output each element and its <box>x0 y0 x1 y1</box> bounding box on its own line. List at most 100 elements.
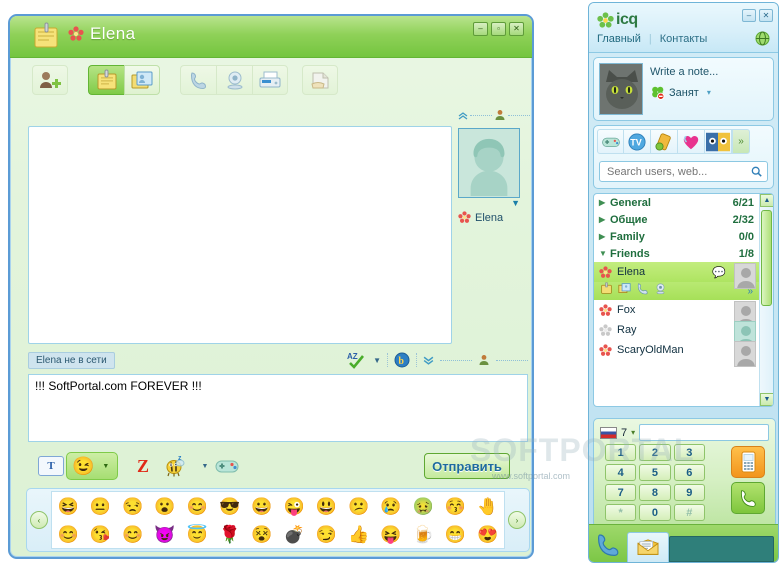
emoticon[interactable]: 😀 <box>251 498 272 515</box>
contact-group-row[interactable]: ▶ Family 0/0 <box>594 228 759 245</box>
emoticon[interactable]: 😆 <box>58 498 79 515</box>
contact-card-icon[interactable] <box>618 282 631 300</box>
xtraz-button[interactable]: Z <box>130 453 156 479</box>
send-sms-button[interactable] <box>731 446 765 478</box>
contact-row[interactable]: ScaryOldMan <box>594 340 759 367</box>
webcam-icon[interactable] <box>654 282 667 300</box>
bee-button[interactable]: z <box>162 453 188 479</box>
tab-main[interactable]: Главный <box>597 33 641 45</box>
phone-handset-icon[interactable] <box>595 532 621 558</box>
emoticon[interactable]: 😊 <box>187 498 208 515</box>
tv-shortcut[interactable]: TV <box>624 129 651 154</box>
send-note-button[interactable] <box>88 65 124 95</box>
triangle-down-icon[interactable]: ▼ <box>599 249 610 258</box>
font-format-button[interactable]: T <box>38 456 64 476</box>
emoticon[interactable]: 😊 <box>58 526 79 543</box>
contact-thumbnail[interactable] <box>734 341 756 367</box>
search-icon[interactable] <box>751 165 762 178</box>
make-call-button[interactable] <box>731 482 765 514</box>
emoticon[interactable]: 😊 <box>122 526 143 543</box>
send-note-icon[interactable] <box>600 282 613 300</box>
call-icon[interactable] <box>636 282 649 300</box>
contact-row[interactable]: Ray <box>594 320 759 347</box>
russia-flag-icon[interactable] <box>600 426 617 439</box>
chevron-down-icon[interactable] <box>423 355 434 365</box>
write-note-field[interactable]: Write a note... <box>650 66 768 78</box>
emoticon[interactable]: 😈 <box>154 526 175 543</box>
add-contact-button[interactable] <box>32 65 68 95</box>
dial-key-star[interactable]: * <box>605 504 637 521</box>
contact-row[interactable]: Fox <box>594 300 759 327</box>
file-history-button[interactable] <box>302 65 338 95</box>
scroll-up-button[interactable]: ▲ <box>760 194 773 207</box>
smiley-picker-button[interactable]: 😉 ▼ <box>66 452 118 480</box>
hearts-shortcut[interactable] <box>678 129 705 154</box>
dial-key-1[interactable]: 1 <box>605 444 637 461</box>
emoticon[interactable]: 😝 <box>380 526 401 543</box>
emoticon[interactable]: 😇 <box>187 526 208 543</box>
tab-contacts[interactable]: Контакты <box>660 33 708 45</box>
minimize-button[interactable]: – <box>473 22 488 36</box>
games-shortcut[interactable] <box>597 129 624 154</box>
emoticon[interactable]: 😜 <box>284 498 305 515</box>
emoticon[interactable]: 😏 <box>316 526 337 543</box>
emoticon[interactable]: 😢 <box>380 498 401 515</box>
scroll-thumb[interactable] <box>761 210 772 306</box>
dial-key-7[interactable]: 7 <box>605 484 637 501</box>
phone-number-input[interactable] <box>639 424 769 441</box>
avatar-collapse-row[interactable] <box>458 108 530 122</box>
call-button[interactable] <box>180 65 216 95</box>
chevron-down-icon[interactable]: ▼ <box>102 463 109 470</box>
chat-bubble-icon[interactable]: 💬 <box>712 266 726 279</box>
emoticon[interactable]: 😕 <box>348 498 369 515</box>
emoticon[interactable]: 😃 <box>316 498 337 515</box>
emoticon[interactable]: 🍺 <box>413 526 434 543</box>
dial-key-8[interactable]: 8 <box>639 484 671 501</box>
send-button[interactable]: Отправить <box>424 453 510 479</box>
bing-icon[interactable]: b <box>394 352 410 368</box>
emoticon[interactable]: 😵 <box>251 526 272 543</box>
webcam-button[interactable] <box>216 65 252 95</box>
dial-key-9[interactable]: 9 <box>673 484 705 501</box>
contact-row[interactable]: Elena 💬 <box>594 262 759 289</box>
close-button[interactable]: ✕ <box>509 22 524 36</box>
emoticon-prev-button[interactable]: ‹ <box>30 511 48 529</box>
emoticon[interactable]: 👍 <box>348 526 369 543</box>
avatars-shortcut[interactable] <box>705 129 732 154</box>
search-box[interactable] <box>599 161 768 182</box>
minimize-button[interactable]: – <box>742 9 756 22</box>
emoticon[interactable]: 😍 <box>477 526 498 543</box>
emoticon[interactable]: 😁 <box>445 526 466 543</box>
dial-key-4[interactable]: 4 <box>605 464 637 481</box>
chevron-down-icon[interactable]: ▼ <box>373 356 381 365</box>
messages-tab[interactable] <box>627 532 669 562</box>
emoticon[interactable]: 😮 <box>154 498 175 515</box>
maximize-button[interactable]: ▫ <box>491 22 506 36</box>
avatar[interactable] <box>458 128 520 198</box>
contact-list-scrollbar[interactable]: ▲ ▼ <box>759 194 773 406</box>
emoticon[interactable]: 😒 <box>122 498 143 515</box>
more-shortcuts-button[interactable]: » <box>732 129 750 154</box>
emoticon[interactable]: 🤚 <box>477 498 498 515</box>
chevron-down-icon[interactable]: ▾ <box>707 88 711 97</box>
search-input[interactable] <box>605 164 751 179</box>
emoticon[interactable]: 🌹 <box>219 526 240 543</box>
dial-key-6[interactable]: 6 <box>673 464 705 481</box>
dial-key-0[interactable]: 0 <box>639 504 671 521</box>
contact-group-row[interactable]: ▶ Общие 2/32 <box>594 211 759 228</box>
dial-key-2[interactable]: 2 <box>639 444 671 461</box>
emoticon-next-button[interactable]: › <box>508 511 526 529</box>
contact-list[interactable]: ▶ General 6/21 ▶ Общие 2/32 ▶ Family 0/0 ▼ Friends… <box>593 193 774 407</box>
scroll-down-button[interactable]: ▼ <box>760 393 773 406</box>
user-avatar[interactable] <box>599 63 643 115</box>
dial-key-3[interactable]: 3 <box>673 444 705 461</box>
emoticon[interactable]: 🤢 <box>413 498 434 515</box>
contact-thumbnail[interactable] <box>734 263 756 289</box>
emoticon[interactable]: 😎 <box>219 498 240 515</box>
message-history-pane[interactable] <box>28 126 452 344</box>
triangle-right-icon[interactable]: ▶ <box>599 232 610 241</box>
emoticon[interactable]: 😘 <box>90 526 111 543</box>
emoticon[interactable]: 💣 <box>284 526 305 543</box>
emoticon[interactable]: 😐 <box>90 498 111 515</box>
status-selector[interactable]: Занят ▾ <box>650 85 768 100</box>
